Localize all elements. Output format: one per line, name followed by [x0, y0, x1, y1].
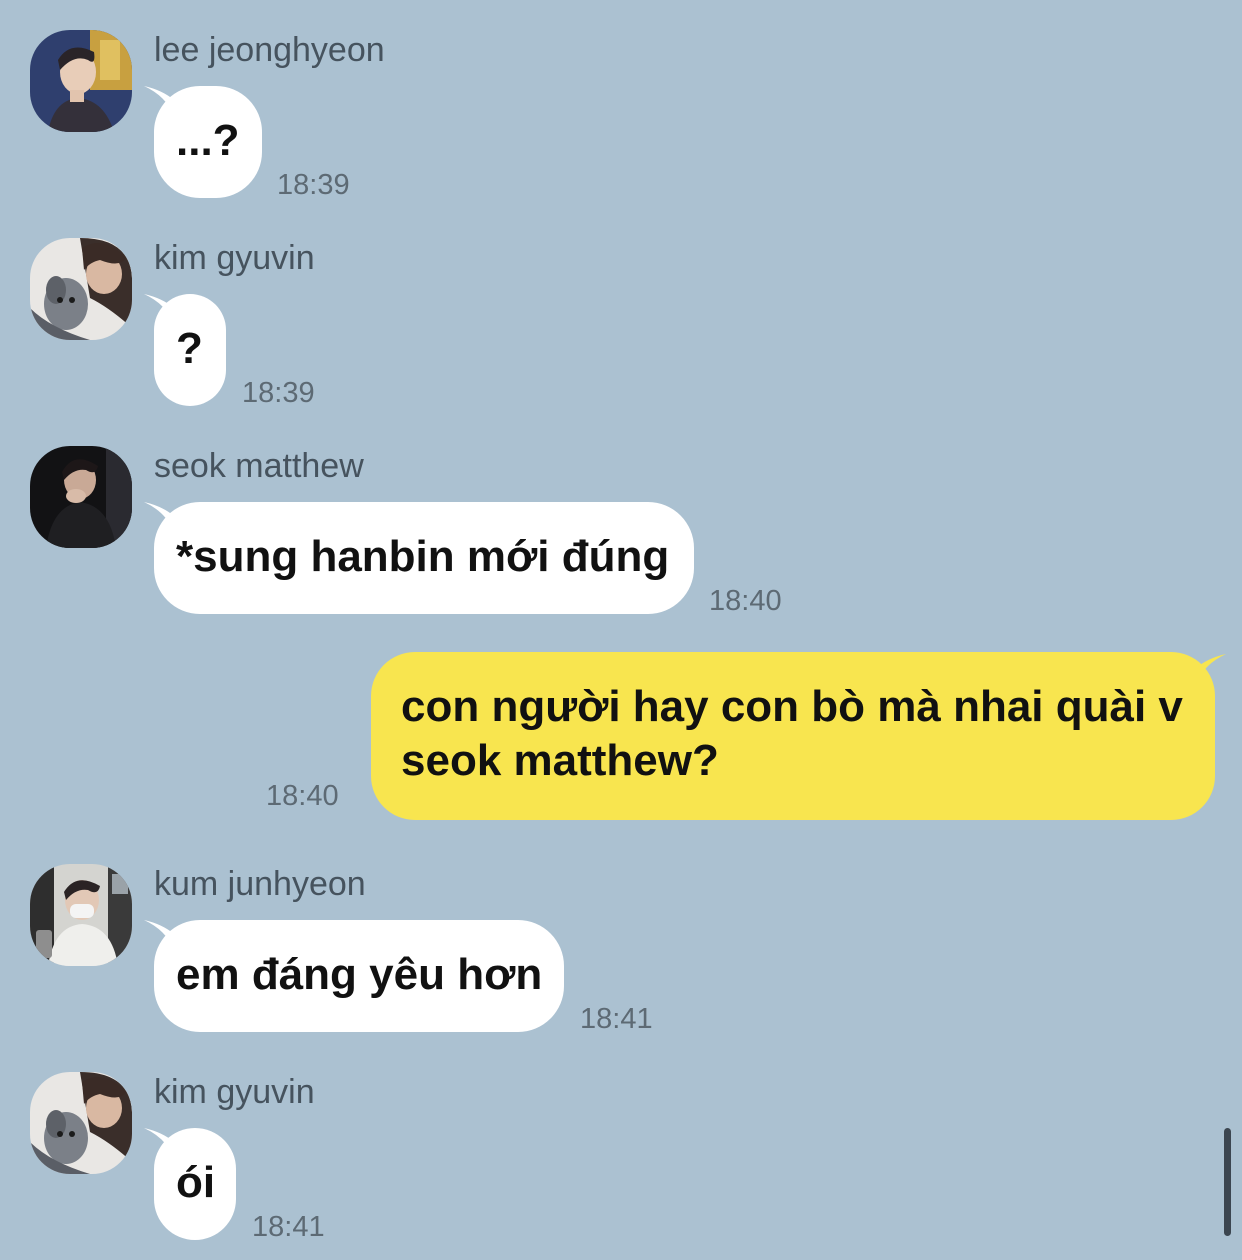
message-text: em đáng yêu hơn [176, 950, 543, 999]
message-bubble[interactable]: *sung hanbin mới đúng [154, 502, 694, 614]
scrollbar[interactable] [1224, 1128, 1231, 1236]
chat-screen: { "messages": [ {"sender": "lee jeonghye… [0, 0, 1242, 1260]
profile-photo-icon [30, 446, 132, 548]
bubble-tail [1196, 654, 1226, 684]
message-time: 18:40 [709, 585, 782, 617]
message-time: 18:39 [242, 377, 315, 409]
message-bubble[interactable]: em đáng yêu hơn [154, 920, 564, 1032]
message-text: ói [176, 1158, 216, 1207]
avatar[interactable] [30, 864, 132, 966]
profile-photo-icon [30, 864, 132, 966]
message-bubble[interactable]: ...? [154, 86, 262, 198]
avatar[interactable] [30, 238, 132, 340]
profile-photo-icon [30, 238, 132, 340]
message-time: 18:39 [277, 169, 350, 201]
sender-name: seok matthew [154, 447, 364, 485]
sender-name: kum junhyeon [154, 865, 366, 903]
message-time: 18:41 [580, 1003, 653, 1035]
sender-name: lee jeonghyeon [154, 31, 385, 69]
message-text: ? [176, 324, 203, 373]
message-bubble[interactable]: ? [154, 294, 226, 406]
avatar[interactable] [30, 1072, 132, 1174]
message-bubble-outgoing[interactable]: con người hay con bò mà nhai quài v seok… [371, 652, 1215, 820]
message-text: ...? [176, 116, 240, 165]
message-text: *sung hanbin mới đúng [176, 532, 670, 581]
sender-name: kim gyuvin [154, 239, 315, 277]
avatar[interactable] [30, 446, 132, 548]
profile-photo-icon [30, 30, 132, 132]
avatar[interactable] [30, 30, 132, 132]
message-text: con người hay con bò mà nhai quài v seok… [401, 682, 1183, 785]
profile-photo-icon [30, 1072, 132, 1174]
message-bubble[interactable]: ói [154, 1128, 236, 1240]
message-time: 18:41 [252, 1211, 325, 1243]
message-time: 18:40 [266, 780, 339, 812]
sender-name: kim gyuvin [154, 1073, 315, 1111]
